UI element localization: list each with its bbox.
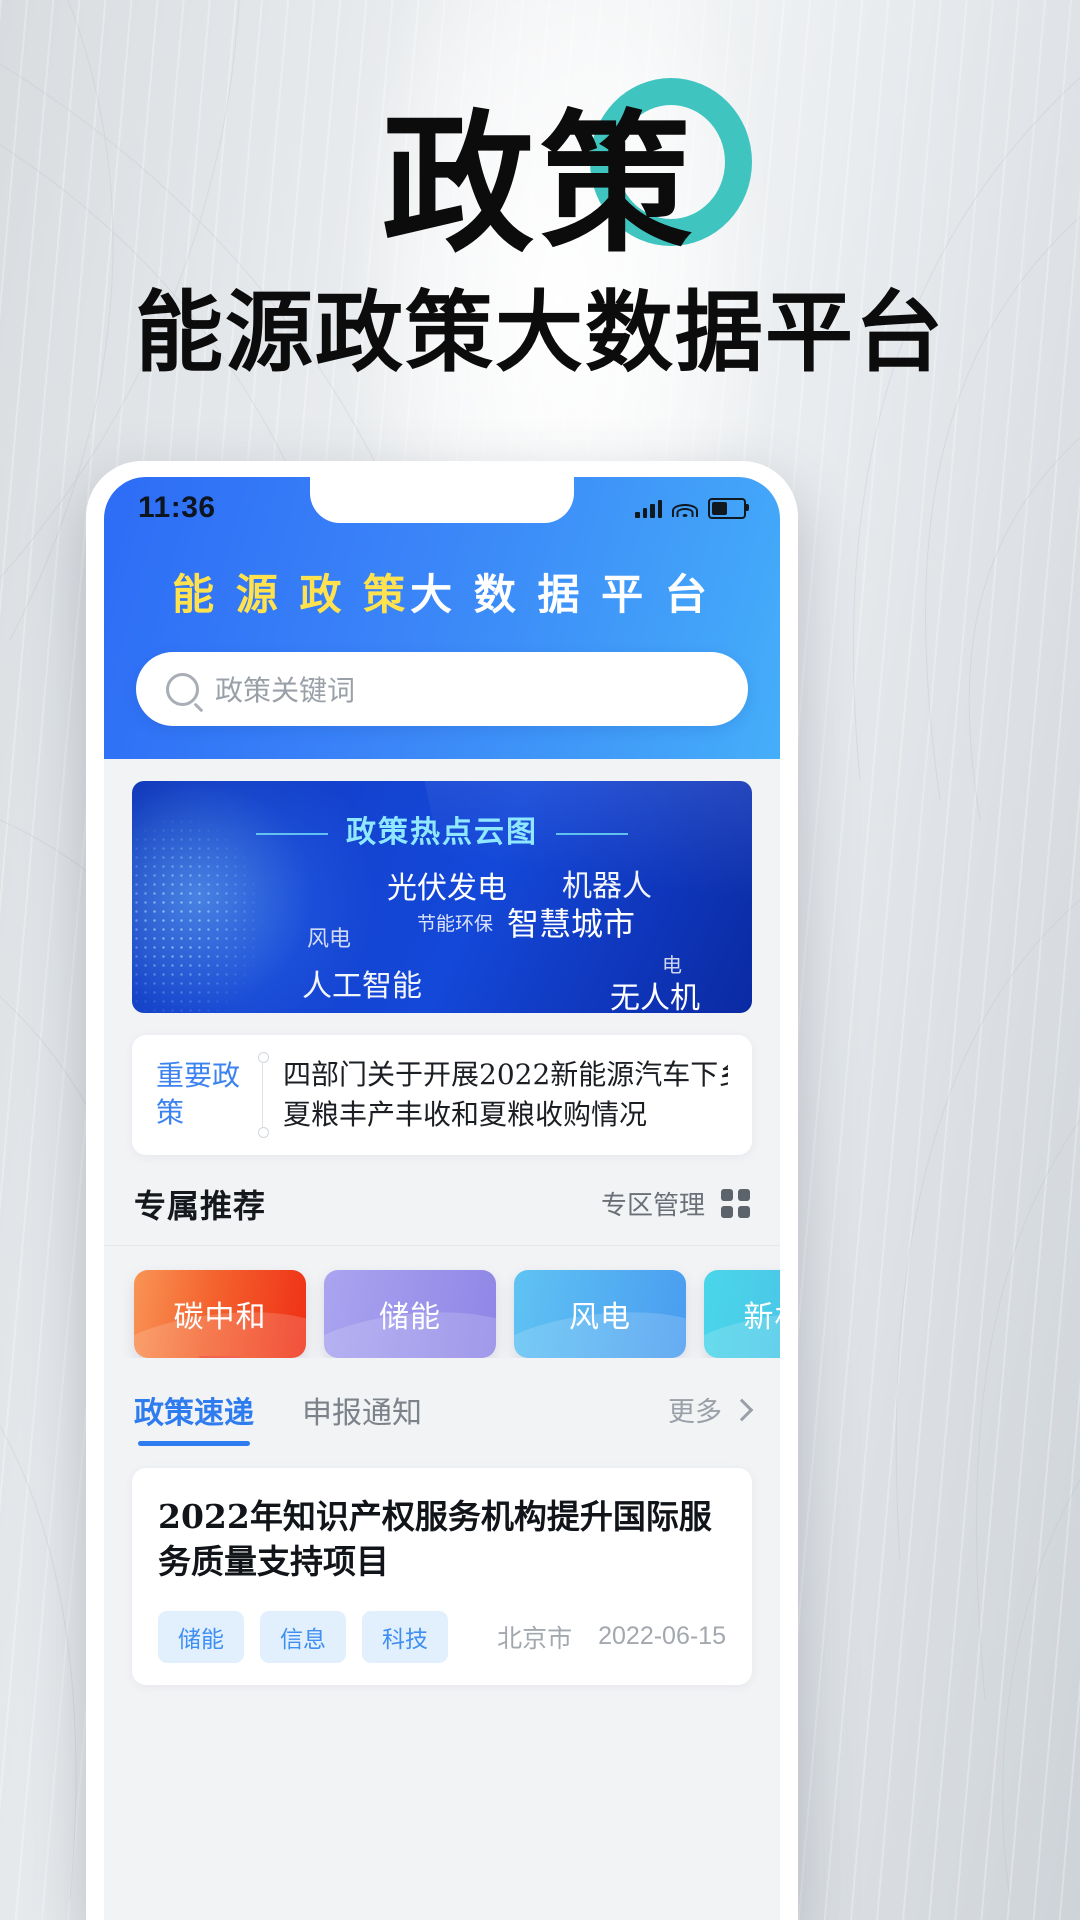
category-chip-row[interactable]: 碳中和 储能 风电 新材料: [104, 1246, 780, 1358]
important-policy-item[interactable]: 夏粮丰产丰收和夏粮收购情况: [283, 1095, 728, 1135]
hero-subtitle: 能源政策大数据平台: [134, 280, 945, 384]
section-actions: 专区管理: [601, 1185, 750, 1222]
article-meta: 北京市 2022-06-15: [497, 1619, 726, 1655]
article-date: 2022-06-15: [598, 1622, 726, 1651]
important-policy-label: 重要政策: [156, 1058, 241, 1129]
article-title: 2022年知识产权服务机构提升国际服务质量支持项目: [158, 1496, 712, 1582]
category-chip-label: 碳中和: [173, 1300, 267, 1334]
app-brand-title: 能 源 政 策大 数 据 平 台: [104, 561, 780, 622]
more-label: 更多: [668, 1397, 722, 1427]
category-chip[interactable]: 新材料: [704, 1269, 781, 1358]
cloud-word[interactable]: 节能环保: [417, 909, 493, 936]
cloud-word[interactable]: 智慧城市: [507, 899, 635, 945]
status-bar: 11:36: [104, 477, 780, 539]
article-tag[interactable]: 信息: [260, 1610, 346, 1663]
cloud-word[interactable]: 风电: [307, 921, 351, 953]
content-tabs: 政策速递 申报通知 更多: [104, 1358, 780, 1446]
status-icon-group: [635, 497, 749, 519]
policy-hotspot-cloud[interactable]: 政策热点云图 光伏发电 机器人 节能环保 智慧城市 风电 人工智能电无人机: [132, 781, 752, 1013]
cloud-word[interactable]: 无人机: [610, 973, 700, 1013]
cloud-title-text: 政策热点云图: [346, 816, 538, 849]
page-title: 专属推荐: [134, 1187, 267, 1224]
status-clock: 11:36: [138, 491, 216, 524]
hero-title: 政策: [382, 94, 698, 273]
chevron-right-icon: [730, 1398, 754, 1421]
important-policy-item[interactable]: 四部门关于开展2022新能源汽车下乡活动的通: [283, 1055, 728, 1095]
brand-rest: 大 数 据 平 台: [410, 571, 712, 618]
more-link[interactable]: 更多: [668, 1390, 754, 1443]
grid-icon[interactable]: [721, 1189, 750, 1218]
recommend-section-header: 专属推荐 专区管理: [104, 1181, 780, 1246]
hero-banner: 政策 能源政策大数据平台: [0, 0, 1080, 450]
brand-highlight: 能 源 政 策: [172, 571, 411, 618]
category-chip[interactable]: 风电: [514, 1269, 686, 1358]
category-chip-label: 风电: [569, 1300, 631, 1334]
cellular-signal-icon: [635, 499, 662, 518]
article-region: 北京市: [497, 1624, 573, 1653]
tab-policy-express[interactable]: 政策速递: [134, 1388, 254, 1446]
cloud-word[interactable]: 光伏发电: [387, 863, 507, 907]
search-icon: [166, 672, 199, 706]
important-policy-list: 四部门关于开展2022新能源汽车下乡活动的通 夏粮丰产丰收和夏粮收购情况: [283, 1055, 728, 1135]
important-policy-divider: [258, 1052, 269, 1137]
search-bar[interactable]: 政策关键词: [136, 652, 748, 726]
wifi-icon: [672, 499, 698, 517]
category-chip[interactable]: 碳中和: [134, 1269, 306, 1358]
category-chip-label: 新材料: [743, 1300, 781, 1334]
article-footer: 储能 信息 科技 北京市 2022-06-15: [158, 1610, 726, 1663]
article-tag[interactable]: 科技: [362, 1610, 448, 1663]
phone-mockup: 11:36 能 源 政 策大 数 据 平 台 政策关键词 政策热点云图 光伏发电…: [86, 461, 798, 1920]
app-header: 11:36 能 源 政 策大 数 据 平 台 政策关键词: [104, 477, 780, 759]
battery-icon: [708, 497, 749, 519]
category-chip-label: 储能: [379, 1300, 441, 1334]
phone-screen: 11:36 能 源 政 策大 数 据 平 台 政策关键词 政策热点云图 光伏发电…: [104, 477, 780, 1920]
screenshot-root: 政策 能源政策大数据平台 11:36 能 源 政 策大 数 据 平 台 政策关键…: [0, 0, 1080, 1920]
search-input[interactable]: 政策关键词: [215, 669, 355, 709]
article-tag[interactable]: 储能: [158, 1610, 244, 1663]
manage-zones-link[interactable]: 专区管理: [601, 1185, 705, 1222]
cloud-title: 政策热点云图: [132, 807, 752, 851]
tab-application-notice[interactable]: 申报通知: [302, 1388, 422, 1446]
cloud-word[interactable]: 人工智能: [302, 961, 422, 1005]
category-chip[interactable]: 储能: [324, 1269, 496, 1358]
important-policy-card[interactable]: 重要政策 四部门关于开展2022新能源汽车下乡活动的通 夏粮丰产丰收和夏粮收购情…: [132, 1035, 752, 1155]
article-card[interactable]: 2022年知识产权服务机构提升国际服务质量支持项目 储能 信息 科技 北京市 2…: [132, 1467, 752, 1685]
